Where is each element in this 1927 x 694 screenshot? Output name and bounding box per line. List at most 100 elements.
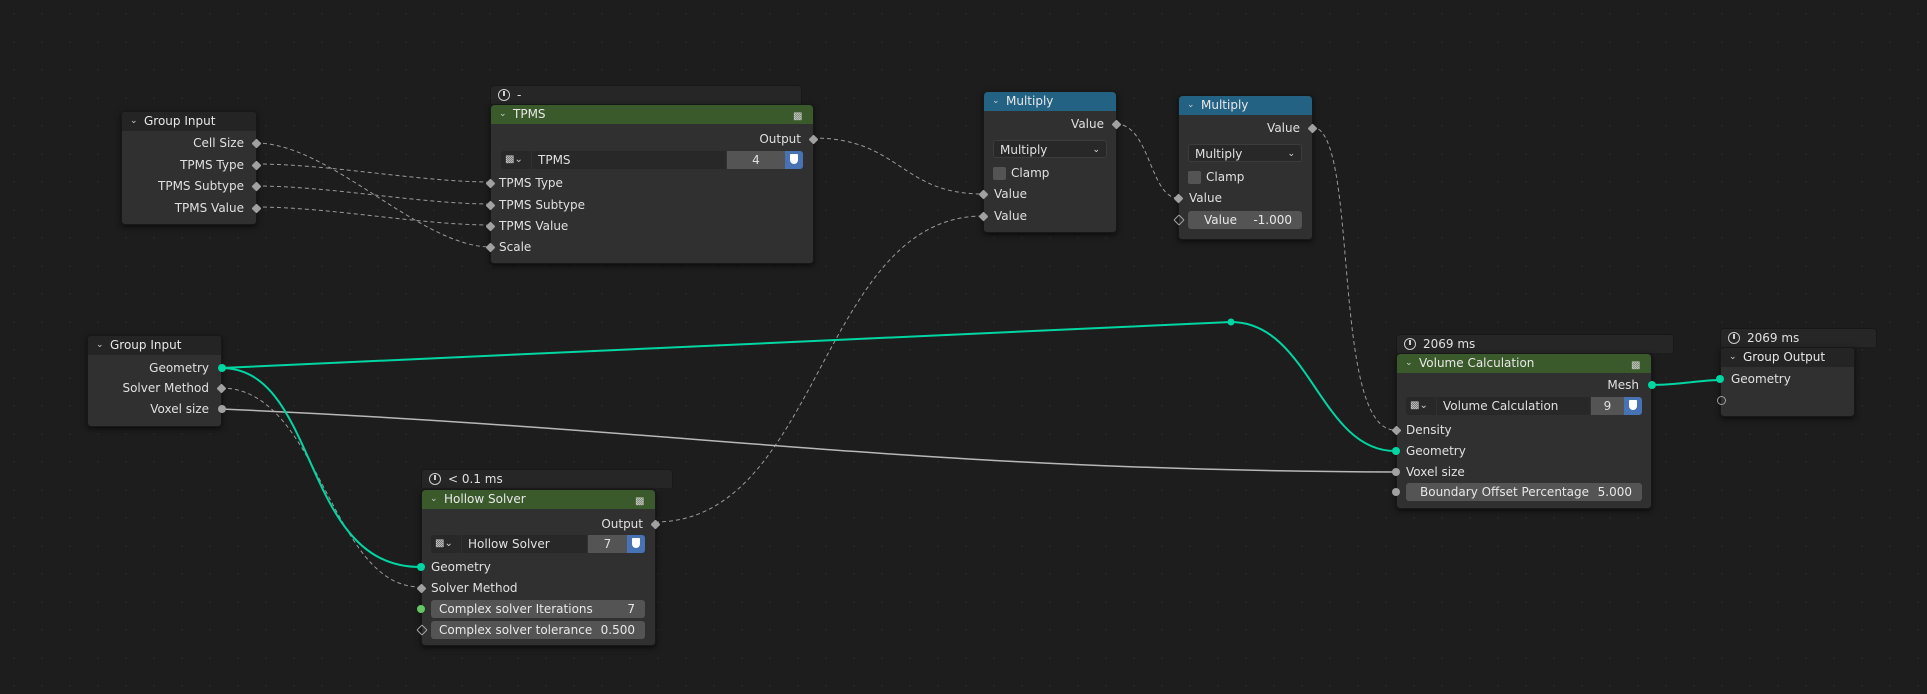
fake-user-shield-icon[interactable] xyxy=(1624,397,1642,415)
field-label: Boundary Offset Percentage xyxy=(1420,485,1589,499)
socket-value-out[interactable] xyxy=(1111,119,1122,130)
socket-voxel-size-in[interactable] xyxy=(1392,468,1400,476)
user-count[interactable]: 4 xyxy=(727,151,785,169)
socket-voxel-size[interactable] xyxy=(218,405,226,413)
group-selector[interactable]: ▩⌄ Hollow Solver 7 xyxy=(431,535,645,553)
socket-value-out[interactable] xyxy=(1307,123,1318,134)
socket-tpms-value[interactable] xyxy=(251,203,262,214)
node-title: Group Input xyxy=(110,338,182,352)
chevron-down-icon[interactable]: ⌄ xyxy=(499,105,507,124)
hollow-solver-node[interactable]: ⌄ Hollow Solver ▩ Output ▩⌄ Hollow Solve… xyxy=(416,489,661,646)
socket-tpms-value-in[interactable] xyxy=(485,221,496,232)
node-header[interactable]: ⌄ Volume Calculation ▩ xyxy=(1397,354,1651,373)
operation-dropdown[interactable]: Multiply ⌄ xyxy=(993,140,1107,158)
socket-empty-in[interactable] xyxy=(1717,396,1726,405)
socket-boundary-in[interactable] xyxy=(1392,488,1400,496)
socket-output[interactable] xyxy=(808,134,819,145)
link-tpmstype xyxy=(255,163,492,183)
link-tpms-multiply xyxy=(812,137,984,195)
volume-calculation-node[interactable]: ⌄ Volume Calculation ▩ Mesh ▩⌄ Volume Ca… xyxy=(1391,353,1656,509)
node-header[interactable]: ⌄ Multiply xyxy=(984,92,1116,111)
fake-user-shield-icon[interactable] xyxy=(785,151,803,169)
group-selector[interactable]: ▩⌄ Volume Calculation 9 xyxy=(1406,397,1642,415)
socket-value-in-1[interactable] xyxy=(978,189,989,200)
group-name[interactable]: Volume Calculation xyxy=(1437,397,1590,415)
node-header[interactable]: ⌄ Multiply xyxy=(1179,96,1312,115)
field-value: 0.500 xyxy=(600,623,635,637)
tpms-node[interactable]: ⌄ TPMS ▩ Output ▩⌄ TPMS 4 TPMS Type TPMS… xyxy=(485,104,819,264)
socket-geometry-in[interactable] xyxy=(1392,447,1400,455)
chevron-down-icon[interactable]: ⌄ xyxy=(992,92,1000,111)
socket-mesh-out[interactable] xyxy=(1648,381,1656,389)
output-tpms-type: TPMS Type xyxy=(180,158,244,172)
tolerance-field[interactable]: Complex solver tolerance 0.500 xyxy=(431,621,645,639)
user-count[interactable]: 9 xyxy=(1591,397,1624,415)
group-input-node-2[interactable]: ⌄ Group Input Geometry Solver Method Vox… xyxy=(87,335,227,427)
node-header[interactable]: ⌄ Group Input xyxy=(122,112,256,131)
socket-value-field-in[interactable] xyxy=(1173,214,1185,226)
link-multiply-density xyxy=(1311,126,1396,431)
node-tree-icon[interactable]: ▩⌄ xyxy=(1406,397,1436,415)
socket-solver-method[interactable] xyxy=(216,383,227,394)
fake-user-shield-icon[interactable] xyxy=(627,535,645,553)
socket-value-in[interactable] xyxy=(1173,193,1184,204)
output-voxel-size: Voxel size xyxy=(150,402,209,416)
group-selector[interactable]: ▩⌄ TPMS 4 xyxy=(501,151,803,169)
input-density: Density xyxy=(1406,423,1452,437)
input-tpms-subtype: TPMS Subtype xyxy=(499,198,585,212)
clamp-label: Clamp xyxy=(1206,170,1245,184)
output-cell-size: Cell Size xyxy=(193,136,244,150)
multiply-node-1[interactable]: ⌄ Multiply Value Multiply ⌄ Clamp Value … xyxy=(978,91,1122,233)
group-name[interactable]: Hollow Solver xyxy=(462,535,587,553)
chevron-down-icon[interactable]: ⌄ xyxy=(430,490,438,509)
node-tree-icon[interactable]: ▩⌄ xyxy=(431,535,461,553)
user-count[interactable]: 7 xyxy=(588,535,627,553)
socket-tpms-type[interactable] xyxy=(251,160,262,171)
input-tpms-value: TPMS Value xyxy=(499,219,569,233)
socket-tolerance-in[interactable] xyxy=(416,624,428,636)
link-solvermethod xyxy=(220,387,421,588)
field-value: 5.000 xyxy=(1597,485,1632,499)
node-header[interactable]: ⌄ Group Output xyxy=(1721,348,1854,367)
socket-tpms-subtype[interactable] xyxy=(251,181,262,192)
clamp-checkbox[interactable] xyxy=(993,167,1006,180)
socket-iterations-in[interactable] xyxy=(417,605,425,613)
socket-scale-in[interactable] xyxy=(485,242,496,253)
link-reroute-volume xyxy=(1230,321,1396,452)
socket-geometry-in[interactable] xyxy=(1716,375,1724,383)
group-name[interactable]: TPMS xyxy=(532,151,726,169)
node-group-icon: ▩ xyxy=(635,496,645,507)
chevron-down-icon[interactable]: ⌄ xyxy=(1729,348,1737,367)
chevron-down-icon[interactable]: ⌄ xyxy=(130,112,138,131)
node-tree-icon[interactable]: ▩⌄ xyxy=(501,151,531,169)
link-cellsize-scale xyxy=(255,142,492,248)
socket-geometry-in[interactable] xyxy=(417,563,425,571)
socket-tpms-type-in[interactable] xyxy=(485,178,496,189)
socket-solver-method-in[interactable] xyxy=(416,583,427,594)
link-mesh-output xyxy=(1650,379,1721,386)
multiply-node-2[interactable]: ⌄ Multiply Value Multiply ⌄ Clamp Value … xyxy=(1173,95,1318,240)
socket-geometry[interactable] xyxy=(218,364,226,372)
socket-tpms-subtype-in[interactable] xyxy=(485,200,496,211)
node-header[interactable]: ⌄ TPMS ▩ xyxy=(491,105,813,124)
chevron-down-icon[interactable]: ⌄ xyxy=(1187,96,1195,115)
value-field[interactable]: Value -1.000 xyxy=(1188,211,1302,229)
node-header[interactable]: ⌄ Hollow Solver ▩ xyxy=(422,490,655,509)
clamp-checkbox[interactable] xyxy=(1188,171,1201,184)
operation-dropdown[interactable]: Multiply ⌄ xyxy=(1188,144,1302,162)
node-header[interactable]: ⌄ Group Input xyxy=(88,336,221,355)
link-tpmsvalue xyxy=(255,206,492,226)
socket-density-in[interactable] xyxy=(1391,425,1402,436)
output-tpms-value: TPMS Value xyxy=(174,201,244,215)
socket-cell-size[interactable] xyxy=(251,138,262,149)
socket-output[interactable] xyxy=(650,519,661,530)
input-value: Value xyxy=(1189,191,1222,205)
chevron-down-icon[interactable]: ⌄ xyxy=(1405,354,1413,373)
stopwatch-icon xyxy=(1728,332,1740,344)
group-output-node[interactable]: ⌄ Group Output Geometry xyxy=(1716,347,1855,417)
chevron-down-icon[interactable]: ⌄ xyxy=(96,336,104,355)
socket-value-in-2[interactable] xyxy=(978,211,989,222)
iterations-field[interactable]: Complex solver Iterations 7 xyxy=(431,600,645,618)
boundary-offset-field[interactable]: Boundary Offset Percentage 5.000 xyxy=(1406,483,1642,501)
group-input-node-1[interactable]: ⌄ Group Input Cell Size TPMS Type TPMS S… xyxy=(121,111,262,225)
